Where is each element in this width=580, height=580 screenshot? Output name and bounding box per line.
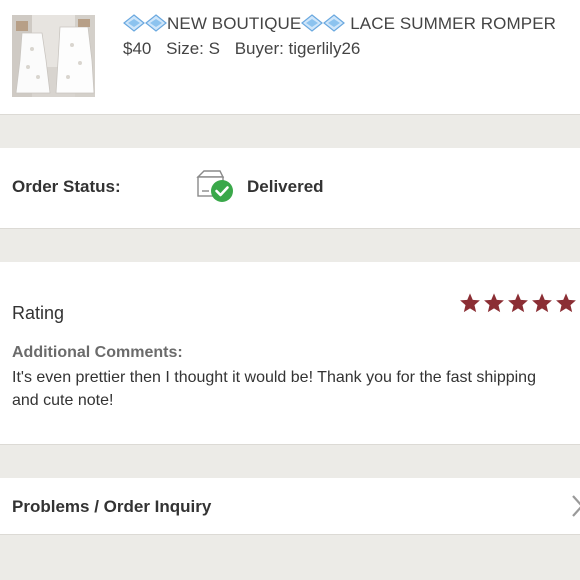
star-icon (484, 293, 504, 313)
product-title-suffix: LACE SUMMER ROMPER (345, 14, 557, 33)
star-icon (460, 293, 480, 313)
additional-comments-text: It's even prettier then I thought it wou… (12, 369, 536, 409)
product-meta: $40 Size: S Buyer: tigerlily26 (123, 39, 370, 59)
delivered-box-icon (196, 170, 233, 202)
order-status-label: Order Status: (12, 177, 121, 196)
chevron-right-icon (572, 495, 580, 517)
diamond-icon (123, 14, 145, 32)
order-inquiry-row[interactable]: Problems / Order Inquiry (0, 478, 580, 534)
star-icon (556, 293, 576, 313)
star-icon (508, 293, 528, 313)
product-price: $40 (123, 39, 152, 58)
diamond-icon (323, 14, 346, 32)
product-title[interactable]: NEW BOUTIQUE LACE SUMMER ROMPER (123, 14, 556, 34)
section-divider (0, 444, 580, 478)
product-size: Size: S (166, 39, 220, 58)
diamond-icon (301, 14, 324, 32)
rating-label: Rating (12, 303, 65, 323)
order-inquiry-label: Problems / Order Inquiry (12, 497, 212, 516)
rating-section: Rating Additional Comments: It's even pr… (0, 262, 580, 444)
section-divider (0, 228, 580, 262)
section-divider (0, 534, 580, 580)
product-title-main: NEW BOUTIQUE (167, 14, 302, 33)
order-status-row: Order Status: Delivered (0, 148, 580, 228)
rating-stars (459, 292, 577, 314)
product-header[interactable]: NEW BOUTIQUE LACE SUMMER ROMPER $40 Size… (0, 0, 580, 114)
star-icon (532, 293, 552, 313)
diamond-icon (145, 14, 167, 32)
product-thumbnail[interactable] (12, 15, 95, 97)
buyer-name[interactable]: Buyer: tigerlily26 (235, 39, 361, 58)
order-status-value: Delivered (247, 177, 324, 196)
section-divider (0, 114, 580, 148)
additional-comments-label: Additional Comments: (12, 344, 183, 361)
